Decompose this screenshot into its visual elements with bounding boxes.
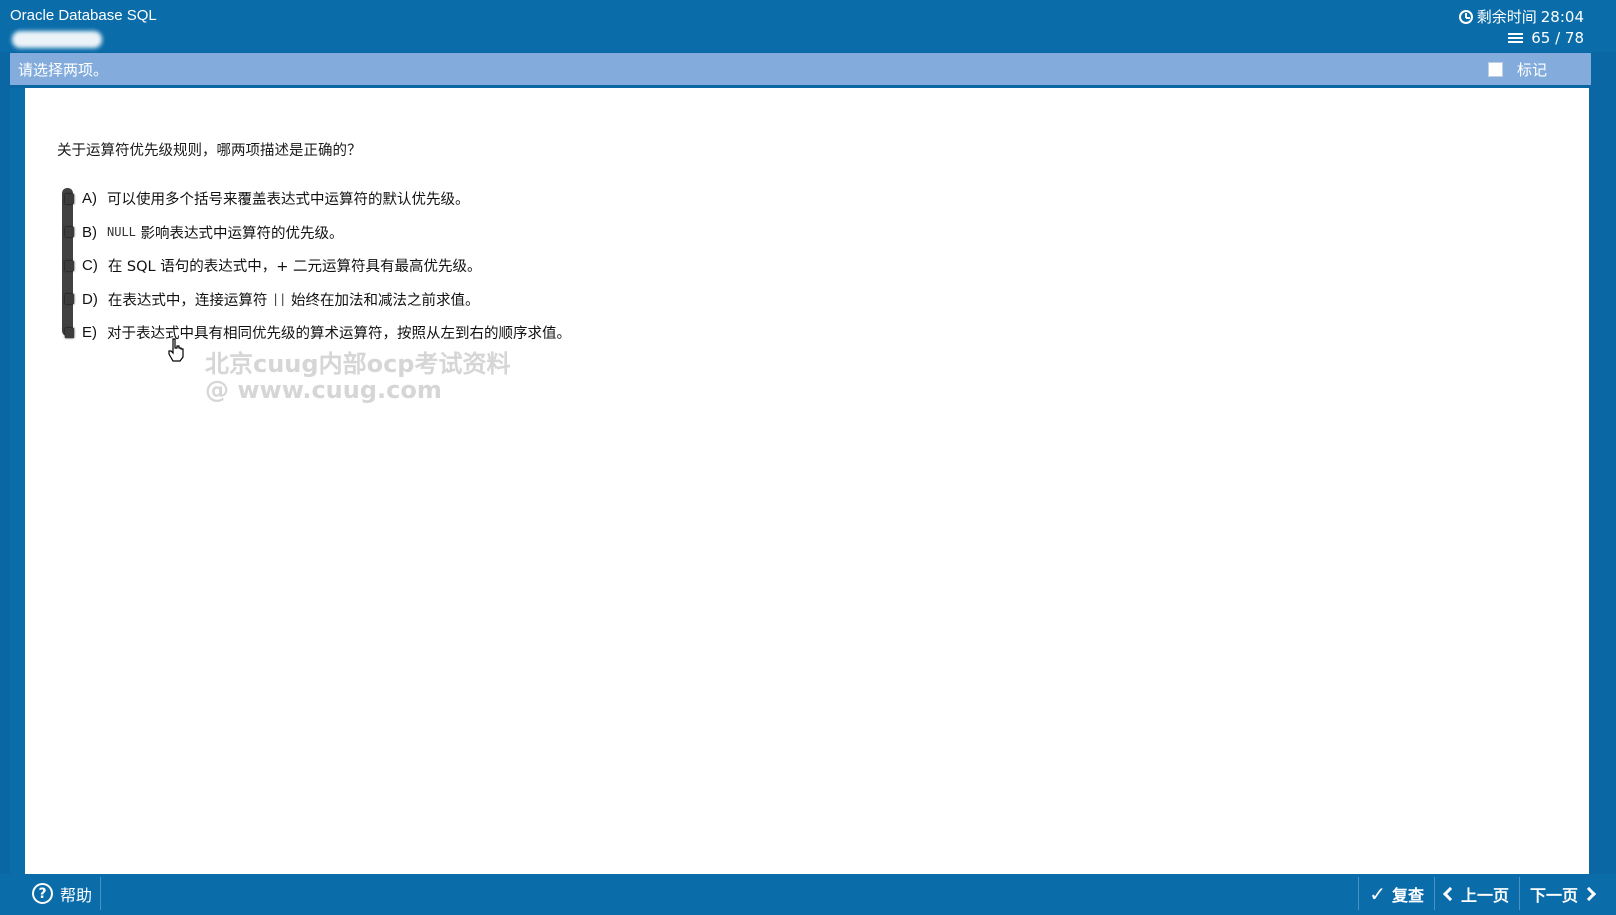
question-text: 关于运算符优先级规则，哪两项描述是正确的？ (57, 143, 362, 159)
review-button[interactable]: ✓ 复查 (1358, 877, 1434, 910)
previous-button[interactable]: 上一页 (1433, 877, 1519, 910)
option-e[interactable]: E) 对于表达式中具有相同优先级的算术运算符，按照从左到右的顺序求值。 (65, 316, 571, 350)
option-text-post: 始终在加法和减法之前求值。 (291, 292, 480, 309)
option-c[interactable]: C) 在 SQL 语句的表达式中，+ 二元运算符具有最高优先级。 (65, 249, 571, 283)
arrow-right-icon (1581, 886, 1597, 901)
arrow-left-icon (1442, 886, 1458, 901)
option-d[interactable]: D) 在表达式中，连接运算符 || 始终在加法和减法之前求值。 (65, 283, 571, 317)
check-icon: ✓ (1369, 881, 1386, 906)
timer: 剩余时间 28:04 (1458, 6, 1584, 27)
next-label: 下一页 (1529, 885, 1578, 905)
option-text: 影响表达式中运算符的优先级。 (140, 225, 344, 242)
timer-label: 剩余时间 (1476, 8, 1537, 26)
list-icon (1506, 31, 1526, 45)
previous-label: 上一页 (1460, 885, 1509, 905)
option-text: 可以使用多个括号来覆盖表达式中运算符的默认优先级。 (107, 192, 470, 209)
option-b[interactable]: B) NULL 影响表达式中运算符的优先级。 (65, 216, 571, 250)
mark-label: 标记 (1516, 61, 1547, 79)
watermark-line1: 北京cuug内部ocp考试资料 (205, 350, 511, 378)
option-c-checkbox[interactable] (65, 260, 74, 271)
nav-buttons: ✓ 复查 上一页 下一页 (1358, 877, 1604, 910)
options-list: A) 可以使用多个括号来覆盖表达式中运算符的默认优先级。 B) NULL 影响表… (65, 182, 571, 350)
progress-value: 65 / 78 (1531, 29, 1584, 47)
option-letter: E) (82, 324, 97, 342)
option-letter: C) (82, 257, 98, 275)
instruction-text: 请选择两项。 (18, 61, 109, 79)
footer-bar: ? 帮助 ✓ 复查 上一页 下一页 (0, 874, 1616, 915)
help-button[interactable]: ? 帮助 (26, 877, 102, 910)
option-a[interactable]: A) 可以使用多个括号来覆盖表达式中运算符的默认优先级。 (65, 182, 571, 216)
option-a-checkbox[interactable] (65, 193, 74, 204)
top-bar: Oracle Database SQL 剩余时间 28:04 65 / 78 (0, 0, 1616, 52)
question-progress: 65 / 78 (1506, 29, 1584, 47)
review-label: 复查 (1391, 885, 1424, 905)
option-text: 在 SQL 语句的表达式中，+ 二元运算符具有最高优先级。 (107, 259, 482, 276)
help-label: 帮助 (60, 885, 93, 905)
option-e-checkbox[interactable] (65, 327, 74, 338)
option-d-checkbox[interactable] (65, 294, 74, 305)
watermark: 北京cuug内部ocp考试资料 @ www.cuug.com (205, 351, 510, 403)
blurred-username (12, 31, 102, 48)
clock-icon (1458, 9, 1473, 24)
hand-cursor-icon (167, 338, 185, 366)
next-button[interactable]: 下一页 (1518, 877, 1604, 910)
option-code: NULL (107, 225, 136, 240)
watermark-line2: @ www.cuug.com (205, 376, 442, 404)
mark-toggle[interactable]: 标记 (1487, 59, 1547, 80)
timer-value: 28:04 (1540, 7, 1584, 26)
option-letter: A) (82, 190, 97, 208)
option-b-checkbox[interactable] (65, 227, 74, 238)
option-letter: B) (82, 223, 97, 241)
mark-checkbox[interactable] (1487, 62, 1503, 77)
help-icon: ? (32, 883, 53, 904)
instruction-bar: 请选择两项。 标记 (10, 53, 1591, 85)
option-letter: D) (82, 290, 98, 308)
option-code: || (271, 292, 287, 307)
app-title: Oracle Database SQL (10, 7, 157, 24)
option-text-pre: 在表达式中，连接运算符 (107, 292, 268, 309)
left-strip (10, 88, 25, 874)
question-panel: 关于运算符优先级规则，哪两项描述是正确的？ A) 可以使用多个括号来覆盖表达式中… (25, 88, 1589, 874)
